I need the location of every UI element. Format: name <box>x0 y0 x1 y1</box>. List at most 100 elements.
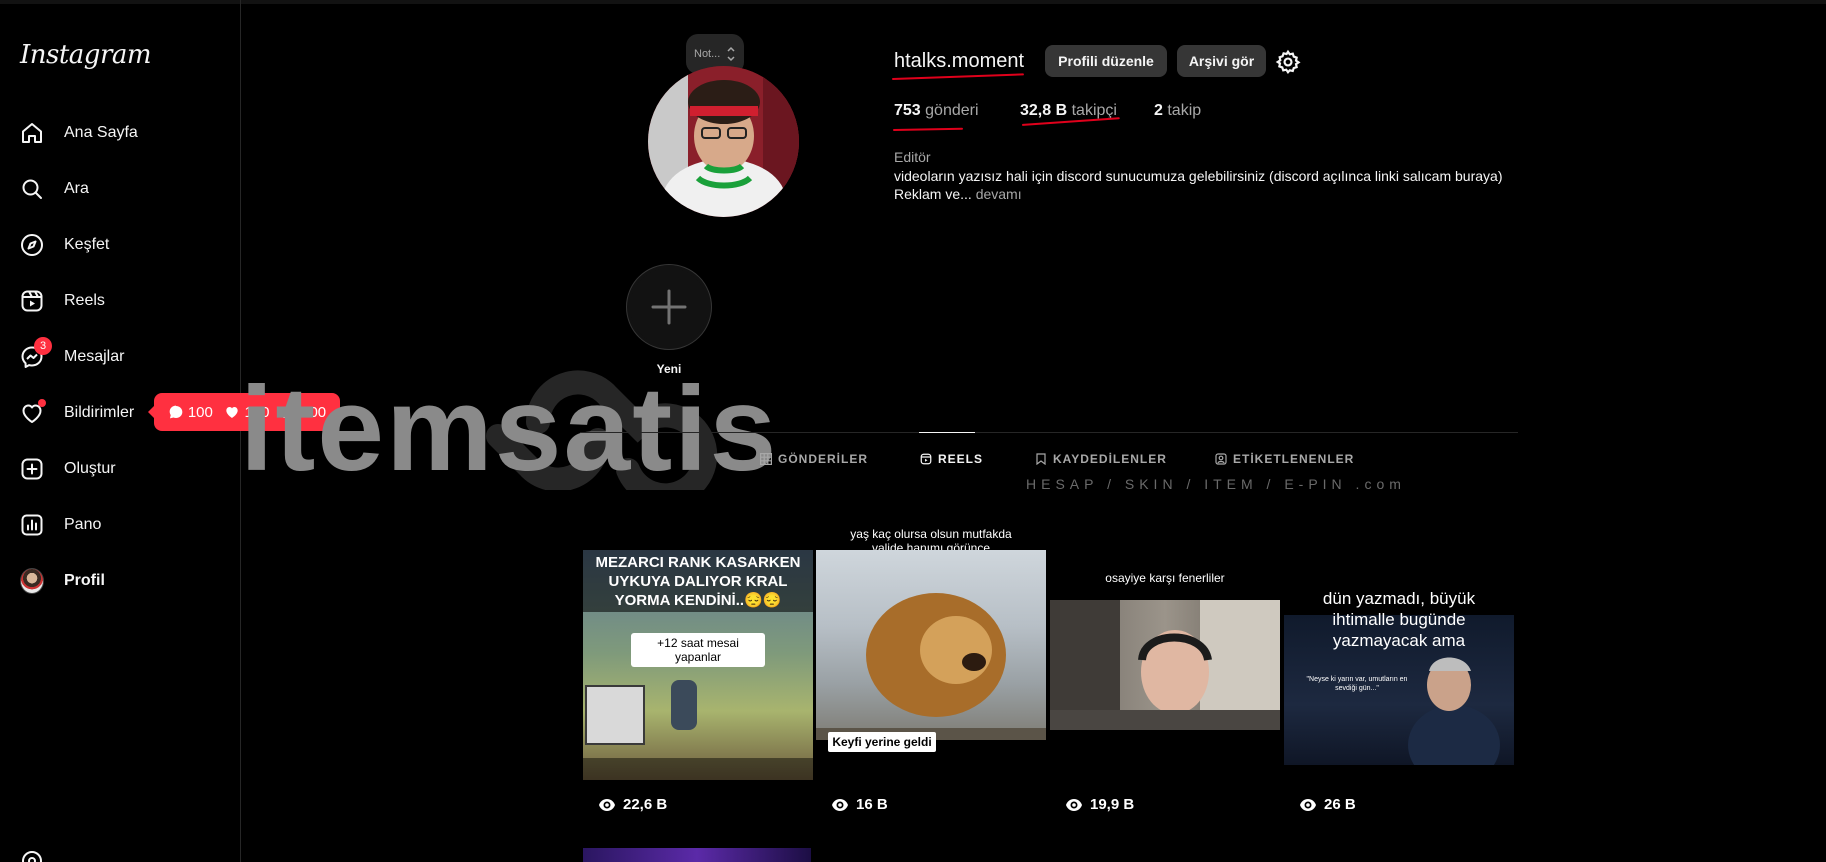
sidebar-item-label: Mesajlar <box>64 348 125 365</box>
edit-profile-button[interactable]: Profili düzenle <box>1045 45 1167 77</box>
plus-square-icon <box>20 457 44 481</box>
eye-icon <box>599 798 615 811</box>
following-count: 2 <box>1154 102 1163 119</box>
heart-icon <box>20 399 46 425</box>
eye-icon <box>1066 798 1082 811</box>
reel-views: 26 B <box>1300 796 1356 813</box>
posts-stat: 753 gönderi <box>894 102 979 120</box>
following-stat[interactable]: 2 takip <box>1154 102 1201 120</box>
reel-item[interactable]: MEZARCI RANK KASARKEN UYKUYA DALIYOR KRA… <box>583 515 813 825</box>
comment-count-value: 100 <box>187 403 213 421</box>
bio-more-link[interactable]: devamı <box>976 186 1022 202</box>
active-tab-indicator <box>919 432 975 433</box>
tab-label: ETİKETLENENLER <box>1233 452 1355 466</box>
watermark-subtext: HESAP / SKIN / ITEM / E-PIN .com <box>1026 476 1406 492</box>
tab-label: REELS <box>938 452 984 466</box>
sidebar-item-messages[interactable]: 3 Mesajlar <box>12 334 222 380</box>
home-icon <box>20 121 44 145</box>
reel-caption-mid: "Neyse ki yarın var, umutların en sevdiğ… <box>1306 676 1408 692</box>
following-label: takip <box>1167 102 1202 119</box>
tab-saved[interactable]: KAYDEDİLENLER <box>1035 452 1167 466</box>
reels-icon <box>20 289 44 313</box>
tab-reels[interactable]: REELS <box>920 452 983 466</box>
sidebar-item-label: Pano <box>64 516 102 533</box>
compass-icon <box>20 233 44 257</box>
instagram-logo[interactable]: Instagram <box>20 40 152 70</box>
reel-item[interactable]: osayiye karşı fenerliler 19,9 B <box>1050 515 1280 825</box>
grid-icon <box>760 453 772 465</box>
reel-caption-bottom: Keyfi yerine geldi <box>828 732 936 752</box>
sidebar-item-label: Bildirimler <box>64 404 135 421</box>
bio-line: Reklam ve... <box>894 186 972 202</box>
reel-views-count: 19,9 B <box>1090 796 1135 813</box>
reel-thumbnail <box>1050 600 1280 730</box>
threads-icon <box>20 849 44 862</box>
sidebar: Instagram Ana Sayfa Ara Keşfet Reels 3 M… <box>0 0 241 862</box>
tabs-divider <box>580 432 1518 433</box>
tab-tagged[interactable]: ETİKETLENENLER <box>1215 452 1354 466</box>
sidebar-item-threads[interactable] <box>12 838 222 862</box>
reel-caption-mid: +12 saat mesai yapanlar <box>631 633 765 667</box>
messages-badge: 3 <box>34 337 52 355</box>
bookmark-icon <box>1036 453 1046 465</box>
reel-views: 19,9 B <box>1066 796 1134 813</box>
posts-count: 753 <box>894 102 921 119</box>
followers-stat[interactable]: 32,8 B takipçi <box>1020 102 1117 120</box>
bio-line: videoların yazısız hali için discord sun… <box>894 168 1503 184</box>
instagram-profile-page: Instagram Ana Sayfa Ara Keşfet Reels 3 M… <box>0 0 1826 862</box>
sidebar-item-label: Oluştur <box>64 460 116 477</box>
tagged-icon <box>1215 453 1227 465</box>
sidebar-item-label: Keşfet <box>64 236 110 253</box>
heart-filled-icon <box>226 407 239 418</box>
reel-caption-top: MEZARCI RANK KASARKEN UYKUYA DALIYOR KRA… <box>595 554 801 609</box>
reel-item[interactable]: yaş kaç olursa olsun mutfakda valide han… <box>816 515 1046 825</box>
posts-label: gönderi <box>925 102 979 119</box>
profile-bio: videoların yazısız hali için discord sun… <box>894 167 1534 203</box>
sidebar-item-explore[interactable]: Keşfet <box>12 222 222 268</box>
new-highlight-button[interactable] <box>626 264 712 350</box>
search-icon <box>20 177 44 201</box>
reel-item-next-row[interactable] <box>583 848 811 862</box>
comment-count: 100 <box>168 404 213 421</box>
messenger-icon: 3 <box>20 337 52 369</box>
profile-category: Editör <box>894 149 931 165</box>
settings-gear-icon[interactable] <box>1275 49 1301 75</box>
sidebar-item-dashboard[interactable]: Pano <box>12 502 222 548</box>
tab-label: KAYDEDİLENLER <box>1053 452 1167 466</box>
reel-views-count: 16 B <box>856 796 888 813</box>
sidebar-item-label: Profil <box>64 572 105 589</box>
eye-icon <box>1300 798 1316 811</box>
dashboard-icon <box>20 513 44 537</box>
reel-views: 16 B <box>832 796 888 813</box>
note-scroll-icon <box>727 46 735 62</box>
reel-item[interactable]: dün yazmadı, büyük ihtimalle bugünde yaz… <box>1284 515 1514 825</box>
followers-count: 32,8 B <box>1020 102 1068 119</box>
reels-icon <box>920 453 932 465</box>
view-archive-button[interactable]: Arşivi gör <box>1177 45 1266 77</box>
note-text: Not... <box>694 48 721 60</box>
profile-avatar[interactable] <box>648 66 799 217</box>
reel-caption-top: dün yazmadı, büyük ihtimalle bugünde yaz… <box>1322 589 1476 650</box>
comment-icon <box>169 405 183 419</box>
avatar <box>20 568 44 594</box>
followers-label: takipçi <box>1071 102 1117 119</box>
eye-icon <box>832 798 848 811</box>
profile-username: htalks.moment <box>894 50 1025 72</box>
sidebar-item-home[interactable]: Ana Sayfa <box>12 110 222 156</box>
sidebar-item-profile[interactable]: Profil <box>12 558 222 604</box>
reel-views-count: 26 B <box>1324 796 1356 813</box>
sidebar-item-label: Ara <box>64 180 89 197</box>
tab-posts[interactable]: GÖNDERİLER <box>760 452 868 466</box>
reel-thumbnail <box>816 550 1046 740</box>
browser-top-strip <box>0 0 1826 4</box>
tab-label: GÖNDERİLER <box>778 452 869 466</box>
sidebar-item-search[interactable]: Ara <box>12 166 222 212</box>
watermark-text: itemsatis <box>240 362 779 496</box>
reel-views: 22,6 B <box>599 796 667 813</box>
sidebar-item-reels[interactable]: Reels <box>12 278 222 324</box>
sidebar-item-create[interactable]: Oluştur <box>12 446 222 492</box>
red-annotation-underline <box>892 127 964 131</box>
sidebar-item-label: Reels <box>64 292 105 309</box>
plus-icon <box>651 289 687 325</box>
red-annotation-underline <box>891 73 1024 80</box>
